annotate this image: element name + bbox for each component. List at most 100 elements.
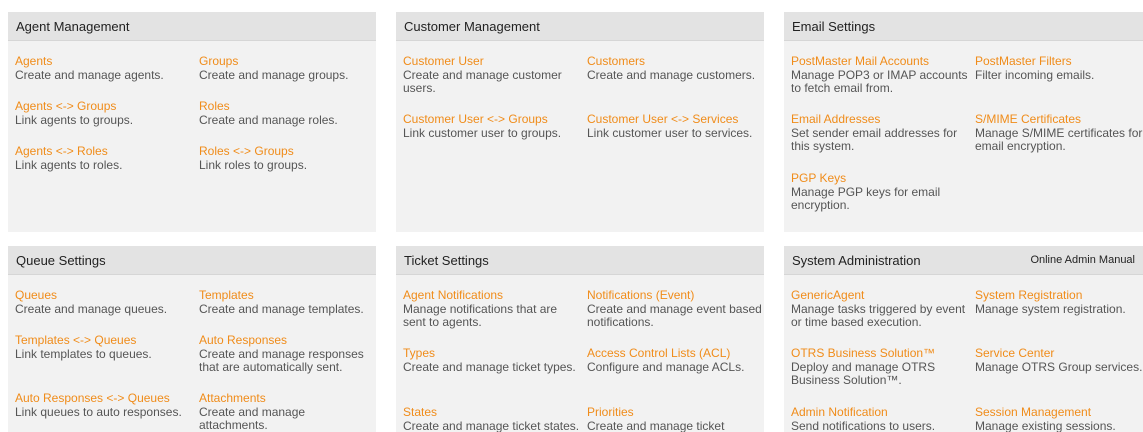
states-link[interactable]: States [403,405,581,419]
types-description: Create and manage ticket types. [403,360,576,374]
admin-item-agents: Agents Create and manage agents. [15,54,193,82]
acl-description: Configure and manage ACLs. [587,360,745,374]
admin-item-postmaster-filters: PostMaster Filters Filter incoming email… [975,54,1143,82]
agent-management-header: Agent Management [8,12,376,41]
ticket-settings-header: Ticket Settings [396,246,764,275]
auto-responses-queues-description: Link queues to auto responses. [15,405,182,419]
auto-responses-queues-link[interactable]: Auto Responses <-> Queues [15,391,193,405]
otrs-business-solution-link[interactable]: OTRS Business Solution™ [791,346,969,360]
auto-responses-link[interactable]: Auto Responses [199,333,376,347]
attachments-link[interactable]: Attachments [199,391,376,405]
agents-description: Create and manage agents. [15,68,164,82]
roles-link[interactable]: Roles [199,99,376,113]
notifications-event-link[interactable]: Notifications (Event) [587,288,764,302]
auto-responses-description: Create and manage responses that are aut… [199,347,364,374]
agents-link[interactable]: Agents [15,54,193,68]
admin-item-system-registration: System Registration Manage system regist… [975,288,1143,316]
generic-agent-description: Manage tasks triggered by event or time … [791,302,966,329]
email-settings-widget: Email Settings PostMaster Mail Accounts … [784,12,1143,232]
templates-queues-description: Link templates to queues. [15,347,152,361]
roles-groups-link[interactable]: Roles <-> Groups [199,144,376,158]
agents-groups-link[interactable]: Agents <-> Groups [15,99,193,113]
notifications-event-description: Create and manage event based notificati… [587,302,762,329]
admin-item-notifications-event: Notifications (Event) Create and manage … [587,288,764,329]
admin-item-email-addresses: Email Addresses Set sender email address… [791,112,969,153]
admin-item-postmaster-mail-accounts: PostMaster Mail Accounts Manage POP3 or … [791,54,969,95]
admin-item-agents-roles: Agents <-> Roles Link agents to roles. [15,144,193,172]
acl-link[interactable]: Access Control Lists (ACL) [587,346,764,360]
agent-notifications-description: Manage notifications that are sent to ag… [403,302,558,329]
admin-item-states: States Create and manage ticket states. [403,405,581,432]
session-management-description: Manage existing sessions. [975,419,1116,432]
admin-item-roles: Roles Create and manage roles. [199,99,376,127]
admin-item-customer-user-services: Customer User <-> Services Link customer… [587,112,764,140]
generic-agent-link[interactable]: GenericAgent [791,288,969,302]
smime-certificates-link[interactable]: S/MIME Certificates [975,112,1143,126]
states-description: Create and manage ticket states. [403,419,580,432]
customer-user-services-link[interactable]: Customer User <-> Services [587,112,764,126]
roles-groups-description: Link roles to groups. [199,158,308,172]
admin-item-service-center: Service Center Manage OTRS Group service… [975,346,1143,374]
customer-user-description: Create and manage customer users. [403,68,562,95]
customer-user-groups-description: Link customer user to groups. [403,126,562,140]
attachments-description: Create and manage attachments. [199,405,306,432]
groups-link[interactable]: Groups [199,54,376,68]
customer-user-services-description: Link customer user to services. [587,126,753,140]
priorities-link[interactable]: Priorities [587,405,764,419]
system-registration-description: Manage system registration. [975,302,1126,316]
email-settings-title: Email Settings [792,18,876,34]
admin-item-roles-groups: Roles <-> Groups Link roles to groups. [199,144,376,172]
otrs-business-solution-description: Deploy and manage OTRS Business Solution… [791,360,936,387]
postmaster-filters-description: Filter incoming emails. [975,68,1095,82]
admin-item-groups: Groups Create and manage groups. [199,54,376,82]
templates-queues-link[interactable]: Templates <-> Queues [15,333,193,347]
pgp-keys-link[interactable]: PGP Keys [791,171,969,185]
customer-user-link[interactable]: Customer User [403,54,581,68]
agent-management-widget: Agent Management Agents Create and manag… [8,12,376,232]
admin-item-attachments: Attachments Create and manage attachment… [199,391,376,432]
admin-item-otrs-business-solution: OTRS Business Solution™ Deploy and manag… [791,346,969,387]
admin-item-smime-certificates: S/MIME Certificates Manage S/MIME certif… [975,112,1143,153]
admin-item-agents-groups: Agents <-> Groups Link agents to groups. [15,99,193,127]
customers-link[interactable]: Customers [587,54,764,68]
priorities-description: Create and manage ticket priorities. [587,419,725,432]
types-link[interactable]: Types [403,346,581,360]
admin-item-pgp-keys: PGP Keys Manage PGP keys for email encry… [791,171,969,212]
admin-item-customer-user-groups: Customer User <-> Groups Link customer u… [403,112,581,140]
admin-item-types: Types Create and manage ticket types. [403,346,581,374]
customer-user-groups-link[interactable]: Customer User <-> Groups [403,112,581,126]
admin-item-agent-notifications: Agent Notifications Manage notifications… [403,288,581,329]
admin-notification-description: Send notifications to users. [791,419,936,432]
service-center-description: Manage OTRS Group services. [975,360,1143,374]
postmaster-mail-accounts-description: Manage POP3 or IMAP accounts to fetch em… [791,68,968,95]
admin-item-generic-agent: GenericAgent Manage tasks triggered by e… [791,288,969,329]
templates-link[interactable]: Templates [199,288,376,302]
admin-item-templates: Templates Create and manage templates. [199,288,376,316]
groups-description: Create and manage groups. [199,68,349,82]
customer-management-widget: Customer Management Customer User Create… [396,12,764,232]
agents-roles-link[interactable]: Agents <-> Roles [15,144,193,158]
pgp-keys-description: Manage PGP keys for email encryption. [791,185,941,212]
service-center-link[interactable]: Service Center [975,346,1143,360]
email-addresses-description: Set sender email addresses for this syst… [791,126,958,153]
queue-settings-title: Queue Settings [16,252,106,268]
agents-roles-description: Link agents to roles. [15,158,123,172]
admin-item-admin-notification: Admin Notification Send notifications to… [791,405,969,432]
email-addresses-link[interactable]: Email Addresses [791,112,969,126]
postmaster-filters-link[interactable]: PostMaster Filters [975,54,1143,68]
system-registration-link[interactable]: System Registration [975,288,1143,302]
online-admin-manual-link[interactable]: Online Admin Manual [1030,254,1135,266]
customer-management-header: Customer Management [396,12,764,41]
session-management-link[interactable]: Session Management [975,405,1143,419]
queues-link[interactable]: Queues [15,288,193,302]
system-administration-header: System Administration Online Admin Manua… [784,246,1143,275]
ticket-settings-widget: Ticket Settings Agent Notifications Mana… [396,246,764,432]
admin-item-auto-responses-queues: Auto Responses <-> Queues Link queues to… [15,391,193,419]
agent-notifications-link[interactable]: Agent Notifications [403,288,581,302]
ticket-settings-title: Ticket Settings [404,252,489,268]
queue-settings-widget: Queue Settings Queues Create and manage … [8,246,376,432]
admin-item-templates-queues: Templates <-> Queues Link templates to q… [15,333,193,361]
postmaster-mail-accounts-link[interactable]: PostMaster Mail Accounts [791,54,969,68]
admin-item-customers: Customers Create and manage customers. [587,54,764,82]
admin-notification-link[interactable]: Admin Notification [791,405,969,419]
